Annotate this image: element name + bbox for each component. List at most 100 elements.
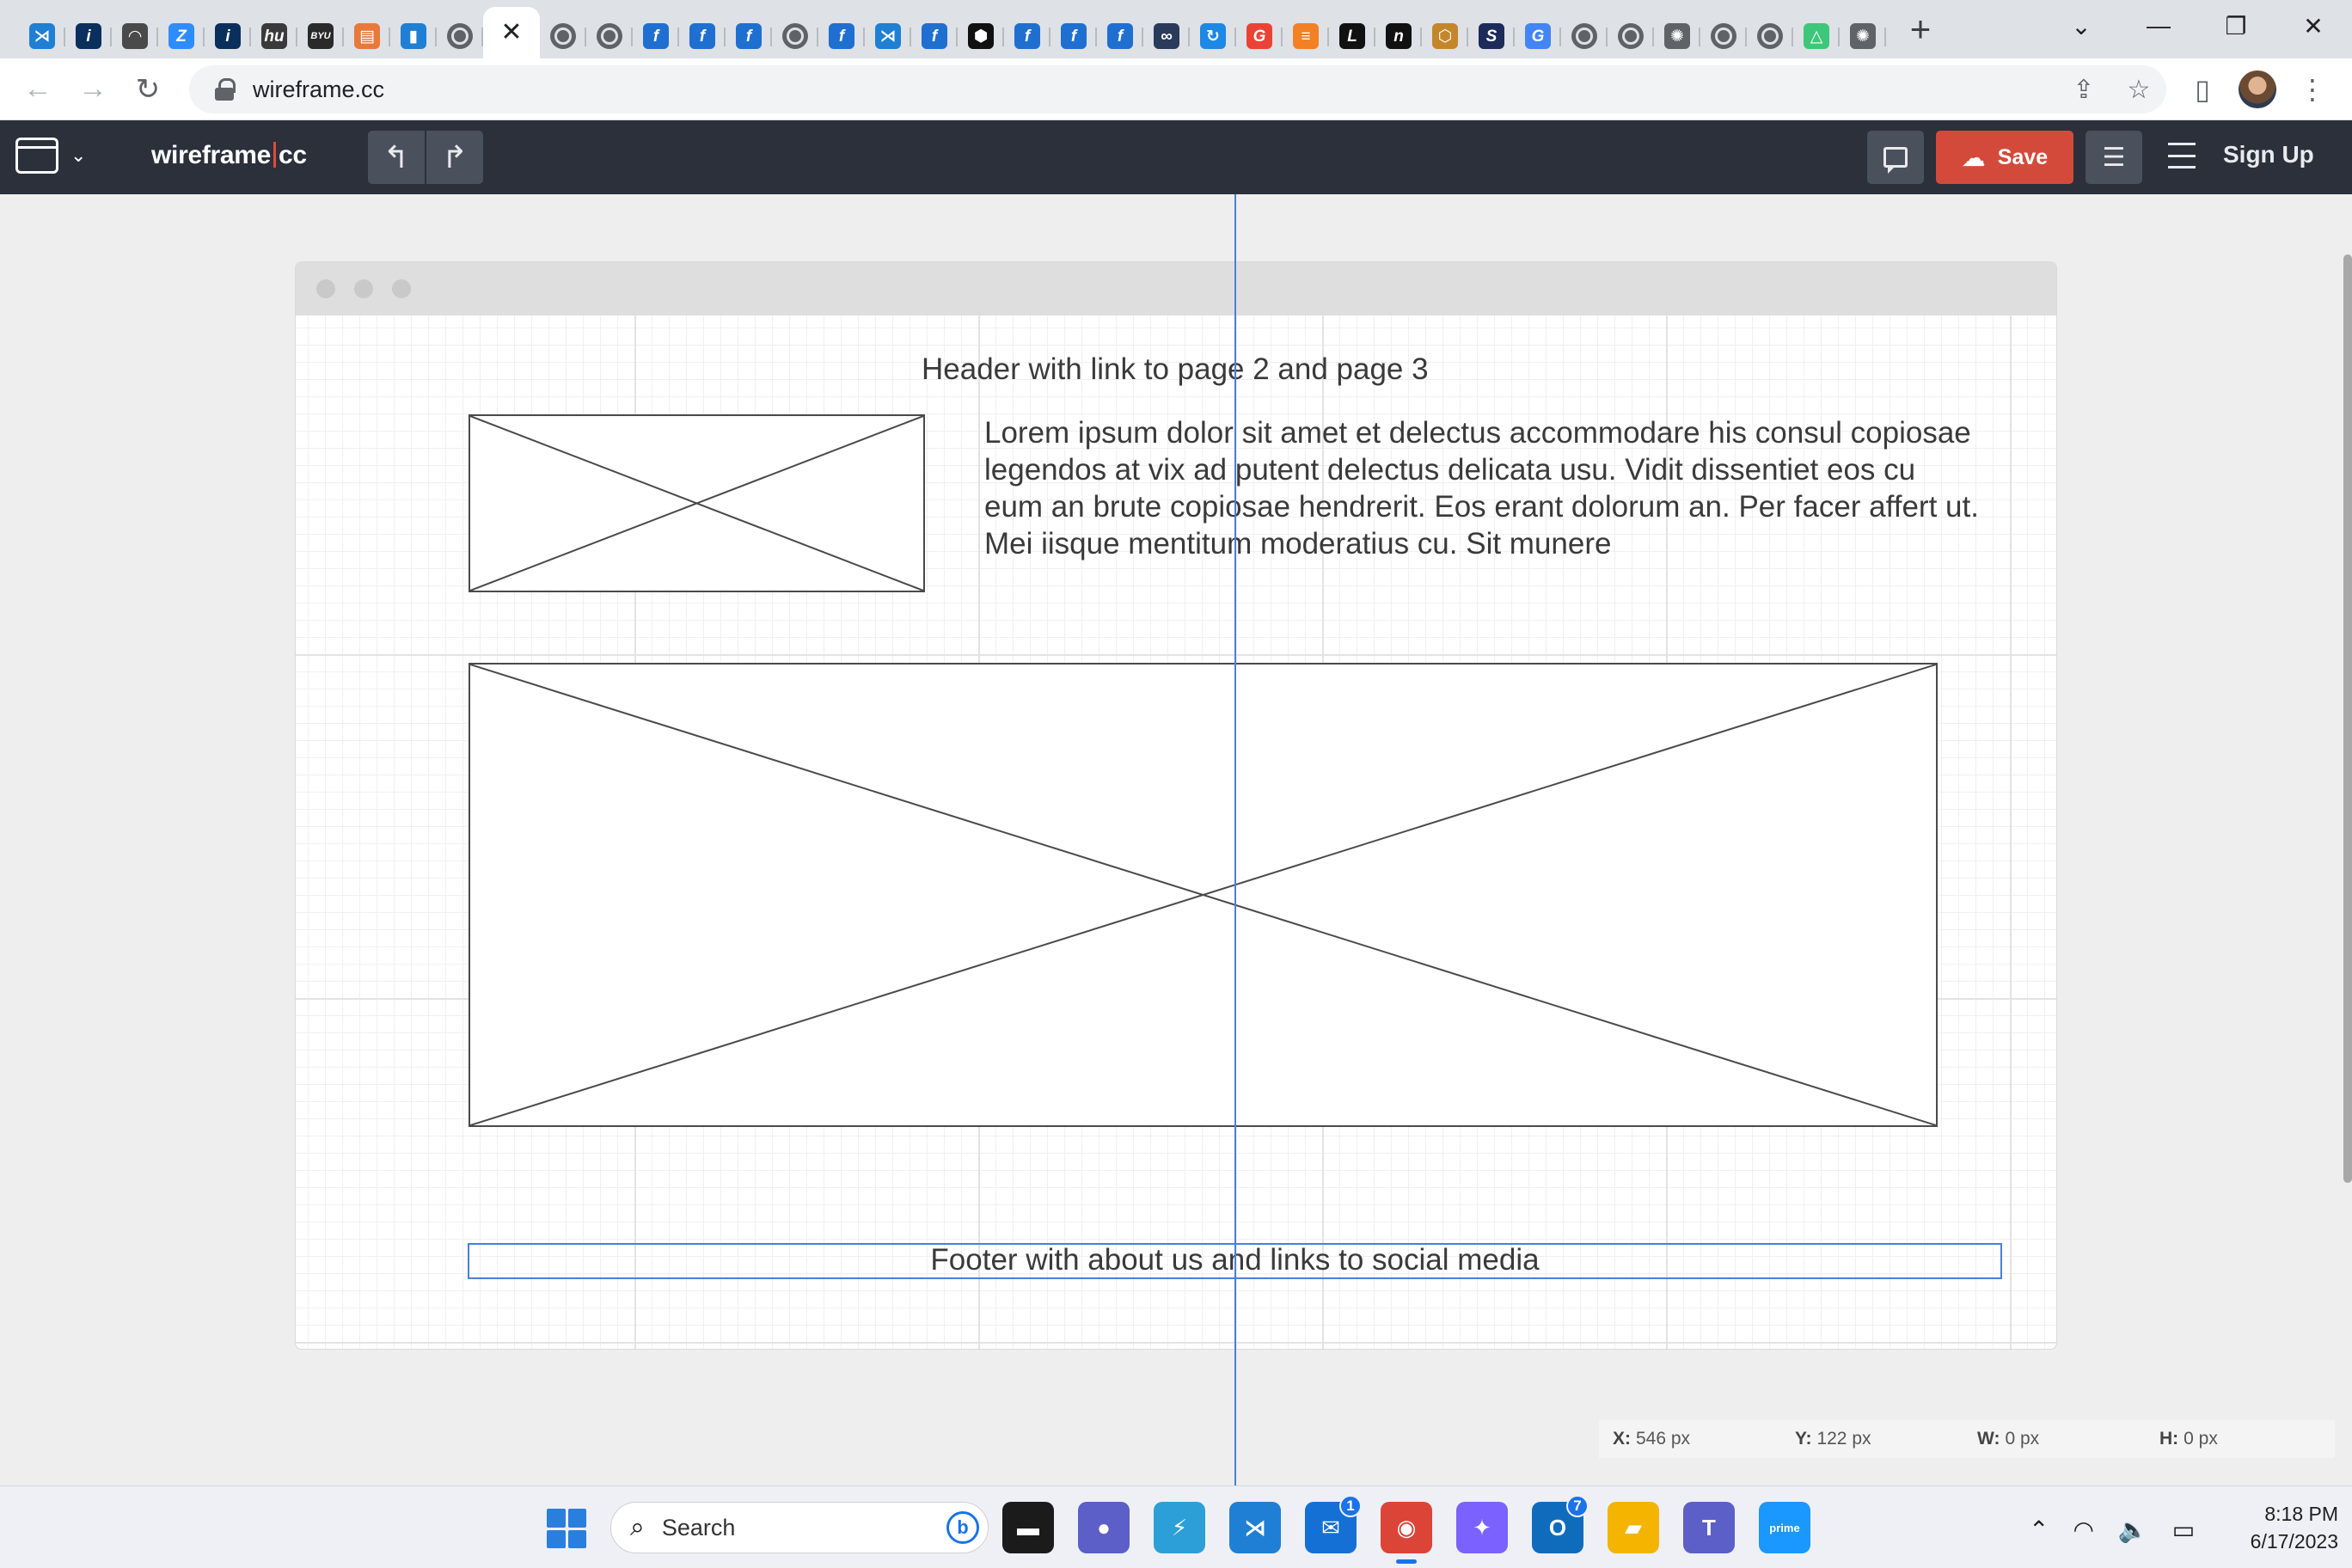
browser-tab[interactable]: ⬡	[1422, 14, 1468, 58]
browser-tab[interactable]	[1561, 14, 1608, 58]
tab-search-chevron-icon[interactable]: ⌄	[2043, 0, 2120, 52]
profile-button[interactable]	[2230, 62, 2285, 117]
save-button[interactable]: ☁ Save	[1936, 131, 2073, 184]
forward-icon[interactable]: →	[65, 62, 120, 117]
browser-tab[interactable]: ◠	[112, 14, 158, 58]
chevron-up-icon[interactable]: ⌃	[2029, 1516, 2049, 1544]
browser-tab[interactable]: n	[1375, 14, 1422, 58]
start-windows-icon[interactable]	[547, 1509, 586, 1548]
browser-tab[interactable]: hu	[251, 14, 297, 58]
browser-tab[interactable]: G	[1515, 14, 1561, 58]
header-text-element[interactable]: Header with link to page 2 and page 3	[922, 352, 1429, 387]
redo-button[interactable]: ↱	[426, 131, 483, 184]
y-readout: Y: 122 px	[1795, 1429, 1871, 1449]
image-placeholder-small[interactable]	[469, 414, 925, 592]
browser-tab[interactable]: ✺	[1654, 14, 1700, 58]
hamburger-icon[interactable]	[2168, 143, 2196, 168]
new-tab-button[interactable]: +	[1895, 7, 1946, 52]
browser-tab[interactable]: ▤	[344, 14, 390, 58]
url-text[interactable]: wireframe.cc	[253, 77, 384, 103]
browser-tab[interactable]: ✺	[1840, 14, 1886, 58]
sign-up-link[interactable]: Sign Up	[2223, 141, 2314, 168]
browser-tab[interactable]	[1747, 14, 1793, 58]
page-menu-button[interactable]: ⌄	[15, 138, 86, 174]
browser-tab[interactable]: ↻	[1190, 14, 1236, 58]
bing-icon[interactable]: b	[946, 1511, 979, 1544]
browser-tab[interactable]: S	[1468, 14, 1515, 58]
browser-tab[interactable]: ⋊	[19, 14, 65, 58]
back-icon[interactable]: ←	[10, 62, 65, 117]
browser-tab[interactable]: △	[1793, 14, 1840, 58]
frame-title-bar	[296, 262, 2056, 315]
address-bar[interactable]: wireframe.cc ⇪ ☆	[189, 65, 2166, 113]
browser-tab[interactable]: ∞	[1143, 14, 1190, 58]
share-icon[interactable]: ⇪	[2056, 75, 2111, 105]
browser-tab[interactable]: G	[1236, 14, 1283, 58]
browser-tab[interactable]: i	[205, 14, 251, 58]
formula-icon: f	[689, 23, 715, 49]
battery-icon[interactable]: ▭	[2172, 1516, 2195, 1544]
clock[interactable]: 8:18 PM 6/17/2023	[2218, 1500, 2338, 1555]
byu-idaho-icon: BYU	[308, 23, 334, 49]
prime-video-icon[interactable]: prime	[1759, 1502, 1810, 1553]
taskbar-apps: ▬ ● ⚡ ⋊ ✉ 1 ◉ ✦ O 7 ▰ Tprime	[1002, 1495, 1834, 1564]
power-automate-icon[interactable]: ⚡	[1154, 1502, 1205, 1553]
browser-tab[interactable]: f	[633, 14, 679, 58]
browser-tab[interactable]: f	[1050, 14, 1097, 58]
volume-icon[interactable]: 🔈	[2118, 1516, 2148, 1544]
image-placeholder-large[interactable]	[469, 663, 1938, 1127]
browser-tab[interactable]: f	[679, 14, 726, 58]
browser-tab[interactable]: f	[1004, 14, 1050, 58]
side-panel-icon[interactable]: ▯	[2175, 62, 2230, 117]
browser-tab[interactable]	[437, 14, 483, 58]
reload-icon[interactable]: ↻	[120, 62, 175, 117]
browser-tab[interactable]: ⬢	[958, 14, 1004, 58]
formula-icon: f	[1061, 23, 1087, 49]
browser-tab[interactable]: f	[911, 14, 958, 58]
browser-tab[interactable]: f	[1097, 14, 1143, 58]
browser-tab[interactable]	[1608, 14, 1654, 58]
browser-tab[interactable]: ▮	[390, 14, 437, 58]
browser-tab[interactable]: f	[818, 14, 865, 58]
browser-tab[interactable]: BYU	[297, 14, 344, 58]
browser-tab[interactable]: f	[726, 14, 772, 58]
settings-button[interactable]: ☰	[2086, 131, 2142, 184]
browser-tab[interactable]	[1700, 14, 1747, 58]
vertical-scrollbar[interactable]	[2343, 254, 2352, 1183]
taskbar-app-glyph: ◉	[1396, 1514, 1417, 1540]
wifi-icon[interactable]: ◠	[2073, 1516, 2093, 1544]
comment-button[interactable]	[1867, 131, 1924, 184]
browser-tab[interactable]: L	[1329, 14, 1375, 58]
browser-toolbar-right: ▯ ⋮	[2175, 62, 2340, 117]
mail-icon[interactable]: ✉ 1	[1305, 1495, 1362, 1553]
taskbar-app-glyph: ⚡	[1171, 1514, 1188, 1540]
restore-icon[interactable]: ❐	[2197, 0, 2275, 52]
file-explorer-icon[interactable]: ▰	[1608, 1502, 1659, 1553]
browser-tab[interactable]: ✕	[483, 7, 540, 58]
outlook-icon[interactable]: O7	[1532, 1495, 1589, 1553]
chat-icon[interactable]: ●	[1078, 1502, 1130, 1553]
taskbar-search-box[interactable]: ⌕ Search b	[610, 1502, 989, 1553]
lock-icon[interactable]	[215, 78, 236, 101]
codesandbox-icon: ⬢	[968, 23, 994, 49]
teams-icon[interactable]: T	[1683, 1502, 1735, 1553]
bookmark-star-icon[interactable]: ☆	[2111, 75, 2166, 105]
minimize-icon[interactable]: —	[2120, 0, 2197, 52]
browser-tab[interactable]: ⋊	[865, 14, 911, 58]
close-window-icon[interactable]: ✕	[2275, 0, 2352, 52]
browser-menu-icon[interactable]: ⋮	[2285, 62, 2340, 117]
undo-button[interactable]: ↰	[368, 131, 425, 184]
files-icon[interactable]: ▬	[1002, 1502, 1054, 1553]
chrome-icon[interactable]: ◉	[1381, 1502, 1432, 1564]
close-tab-icon[interactable]: ✕	[499, 20, 524, 46]
browser-tab[interactable]	[772, 14, 818, 58]
browser-tab[interactable]	[586, 14, 633, 58]
browser-tab[interactable]	[540, 14, 586, 58]
paragraph-text-element[interactable]: Lorem ipsum dolor sit amet et delectus a…	[984, 414, 1981, 562]
browser-tab[interactable]: Z	[158, 14, 205, 58]
copilot-icon[interactable]: ✦	[1456, 1502, 1508, 1553]
logo[interactable]: wireframe cc	[151, 141, 307, 170]
browser-tab[interactable]: ≡	[1283, 14, 1329, 58]
vscode-icon[interactable]: ⋊	[1229, 1502, 1281, 1553]
browser-tab[interactable]: i	[65, 14, 112, 58]
